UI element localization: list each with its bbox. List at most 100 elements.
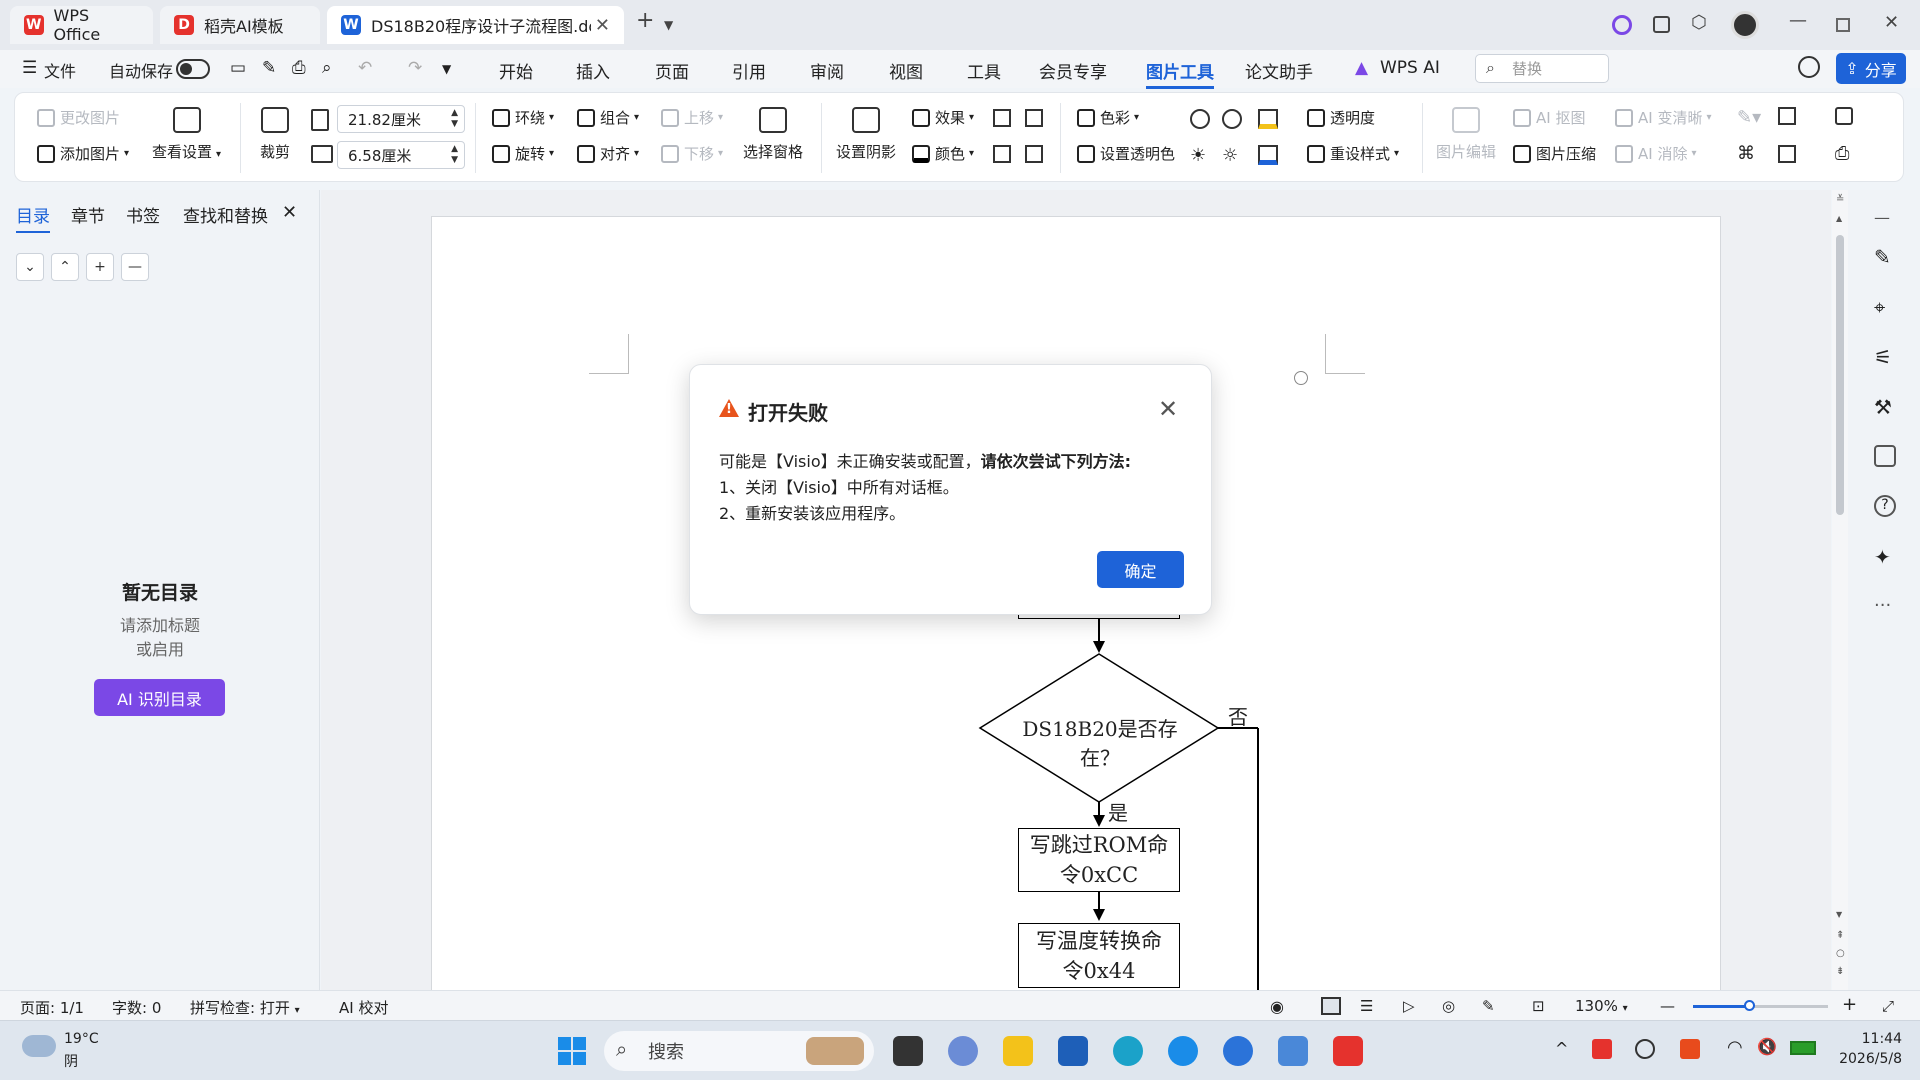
share-button[interactable]: ⇪ 分享 <box>1836 53 1906 84</box>
picture-edit-button[interactable]: 图片编辑 <box>1436 107 1496 162</box>
fullscreen-icon[interactable]: ⤢ <box>1882 997 1894 1015</box>
page-count[interactable]: 页面: 1/1 <box>20 997 84 1018</box>
ai-browser-icon[interactable] <box>1168 1036 1198 1066</box>
tab-document[interactable]: W DS18B20程序设计子流程图.doc ✕ <box>327 6 624 44</box>
close-tab-icon[interactable]: ✕ <box>595 15 610 36</box>
menu-paper-assistant[interactable]: 论文助手 <box>1245 58 1313 83</box>
close-icon[interactable]: ✕ <box>1158 395 1178 423</box>
vertical-scrollbar[interactable]: ≚ ▲ ▼ ⇞ ○ ⇟ <box>1832 190 1848 990</box>
change-picture-button[interactable]: 更改图片 <box>37 107 120 128</box>
input-method-icon[interactable] <box>1680 1039 1700 1059</box>
brightness-down-icon[interactable]: ☼ <box>1222 145 1238 166</box>
select-browse-icon[interactable]: ○ <box>1836 948 1845 959</box>
hue-button[interactable]: 色彩 ▾ <box>1077 107 1139 128</box>
hamburger-icon[interactable]: ☰ <box>22 58 37 78</box>
edge-browser-icon[interactable] <box>1113 1036 1143 1066</box>
checkbox-tool-icon[interactable] <box>1835 107 1853 125</box>
ai-erase-button[interactable]: AI 消除 ▾ <box>1615 143 1697 164</box>
transparency-button[interactable]: 透明度 <box>1307 107 1375 128</box>
contrast-down-icon[interactable] <box>1222 109 1242 129</box>
picture-export-icon[interactable] <box>1778 145 1796 163</box>
height-input[interactable]: 6.58厘米 ▲ ▼ <box>337 141 465 169</box>
task-view-icon[interactable] <box>893 1036 923 1066</box>
volume-muted-icon[interactable]: 🔇 <box>1757 1037 1777 1056</box>
send-back-layer-icon[interactable] <box>1025 145 1043 163</box>
brightness-up-icon[interactable]: ☀ <box>1190 145 1206 166</box>
ai-proofread[interactable]: AI 校对 <box>339 997 388 1018</box>
shadow-button[interactable]: 设置阴影 <box>836 107 896 162</box>
tab-chapter[interactable]: 章节 <box>71 202 105 227</box>
redo-icon[interactable]: ↷ <box>408 58 422 78</box>
menu-insert[interactable]: 插入 <box>576 58 610 83</box>
page-view-icon[interactable] <box>1321 997 1341 1015</box>
send-backward-button[interactable]: 下移 ▾ <box>661 143 723 164</box>
bring-forward-button[interactable]: 上移 ▾ <box>661 107 723 128</box>
format-painter-icon[interactable]: ✎ <box>262 58 276 78</box>
cloud-app-icon[interactable] <box>1278 1036 1308 1066</box>
contrast-up-icon[interactable] <box>1190 109 1210 129</box>
windows-start-icon[interactable] <box>558 1037 586 1065</box>
width-input[interactable]: 21.82厘米 ▲ ▼ <box>337 105 465 133</box>
help-icon[interactable]: ? <box>1874 495 1896 517</box>
group-button[interactable]: 组合 ▾ <box>577 107 639 128</box>
send-to-back-icon[interactable] <box>1025 109 1043 127</box>
picture-replace-icon[interactable] <box>1778 107 1796 125</box>
menu-file[interactable]: 文件 <box>44 58 76 82</box>
ok-button[interactable]: 确定 <box>1097 551 1184 588</box>
menu-review[interactable]: 审阅 <box>810 58 844 83</box>
outline-view-icon[interactable]: ☰ <box>1360 997 1373 1015</box>
set-transparent-button[interactable]: 设置透明色 <box>1077 143 1175 164</box>
zoom-slider[interactable] <box>1693 1000 1828 1011</box>
effects-button[interactable]: 效果 ▾ <box>912 107 974 128</box>
fill-color-icon[interactable] <box>1258 109 1278 129</box>
close-window-icon[interactable]: ✕ <box>1884 12 1899 33</box>
undo-icon[interactable]: ↶ <box>358 58 372 78</box>
sync-tray-icon[interactable] <box>1635 1039 1655 1059</box>
zoom-in-icon[interactable]: + <box>1842 994 1857 1015</box>
maximize-icon[interactable] <box>1836 18 1850 32</box>
write-mode-icon[interactable]: ✎ <box>1482 997 1495 1015</box>
ai-recognize-toc-button[interactable]: AI 识别目录 <box>94 679 225 716</box>
picture-panel-icon[interactable] <box>1874 445 1896 467</box>
restore-window-icon[interactable] <box>1653 16 1670 33</box>
print-preview-icon[interactable]: ⌕ <box>322 58 332 78</box>
word-count[interactable]: 字数: 0 <box>112 997 161 1018</box>
scroll-down-icon[interactable]: ▼ <box>1836 910 1842 919</box>
add-picture-button[interactable]: 添加图片 ▾ <box>37 143 129 164</box>
autosave-toggle[interactable] <box>176 59 210 79</box>
flowchart-image[interactable]: DS18B20是否存在？ 否 是 写跳过ROM命令0xCC 写温度转换命令0x4… <box>432 217 1722 1017</box>
scroll-up-icon[interactable]: ▲ <box>1836 214 1842 223</box>
tab-docer-template[interactable]: D 稻壳AI模板 <box>160 6 320 44</box>
avatar[interactable] <box>1731 11 1759 39</box>
copilot-icon[interactable] <box>948 1036 978 1066</box>
eye-icon[interactable]: ◉ <box>1270 997 1284 1016</box>
wifi-icon[interactable]: ◠ <box>1727 1037 1743 1058</box>
file-explorer-icon[interactable] <box>1003 1036 1033 1066</box>
picture-compress-button[interactable]: 图片压缩 <box>1513 143 1596 164</box>
add-heading-icon[interactable]: + <box>86 253 114 281</box>
store-icon[interactable] <box>1058 1036 1088 1066</box>
menu-start[interactable]: 开始 <box>499 58 533 83</box>
ai-sharpen-button[interactable]: AI 变清晰 ▾ <box>1615 107 1712 128</box>
chevron-down-icon[interactable]: ⌄ <box>16 253 44 281</box>
collapse-icon[interactable]: — <box>1874 208 1890 227</box>
close-pane-icon[interactable]: ✕ <box>282 202 297 223</box>
document-page[interactable]: DS18B20是否存在？ 否 是 写跳过ROM命令0xCC 写温度转换命令0x4… <box>431 216 1722 1017</box>
menu-page[interactable]: 页面 <box>655 58 689 83</box>
wps-tray-icon[interactable] <box>1592 1039 1612 1059</box>
wps-taskbar-icon[interactable] <box>1333 1036 1363 1066</box>
web-view-icon[interactable]: ◎ <box>1442 997 1455 1015</box>
bring-front-layer-icon[interactable] <box>993 145 1011 163</box>
layers-icon[interactable]: ⌘ <box>1737 143 1755 164</box>
edit-pen-icon[interactable]: ✎ <box>1874 245 1896 269</box>
prev-page-icon[interactable]: ⇞ <box>1836 930 1844 941</box>
play-icon[interactable]: ▷ <box>1403 997 1415 1015</box>
search-input[interactable]: ⌕ 替换 <box>1475 54 1609 83</box>
new-tab-icon[interactable]: + <box>636 8 654 33</box>
next-page-icon[interactable]: ⇟ <box>1836 966 1844 977</box>
spell-check[interactable]: 拼写检查: 打开 ▾ <box>190 997 300 1018</box>
scroll-top-icon[interactable]: ≚ <box>1836 194 1844 205</box>
adjust-icon[interactable]: ⚟ <box>1874 345 1896 369</box>
menu-tools[interactable]: 工具 <box>967 58 1001 83</box>
cube-icon[interactable]: ⬡ <box>1691 12 1707 33</box>
